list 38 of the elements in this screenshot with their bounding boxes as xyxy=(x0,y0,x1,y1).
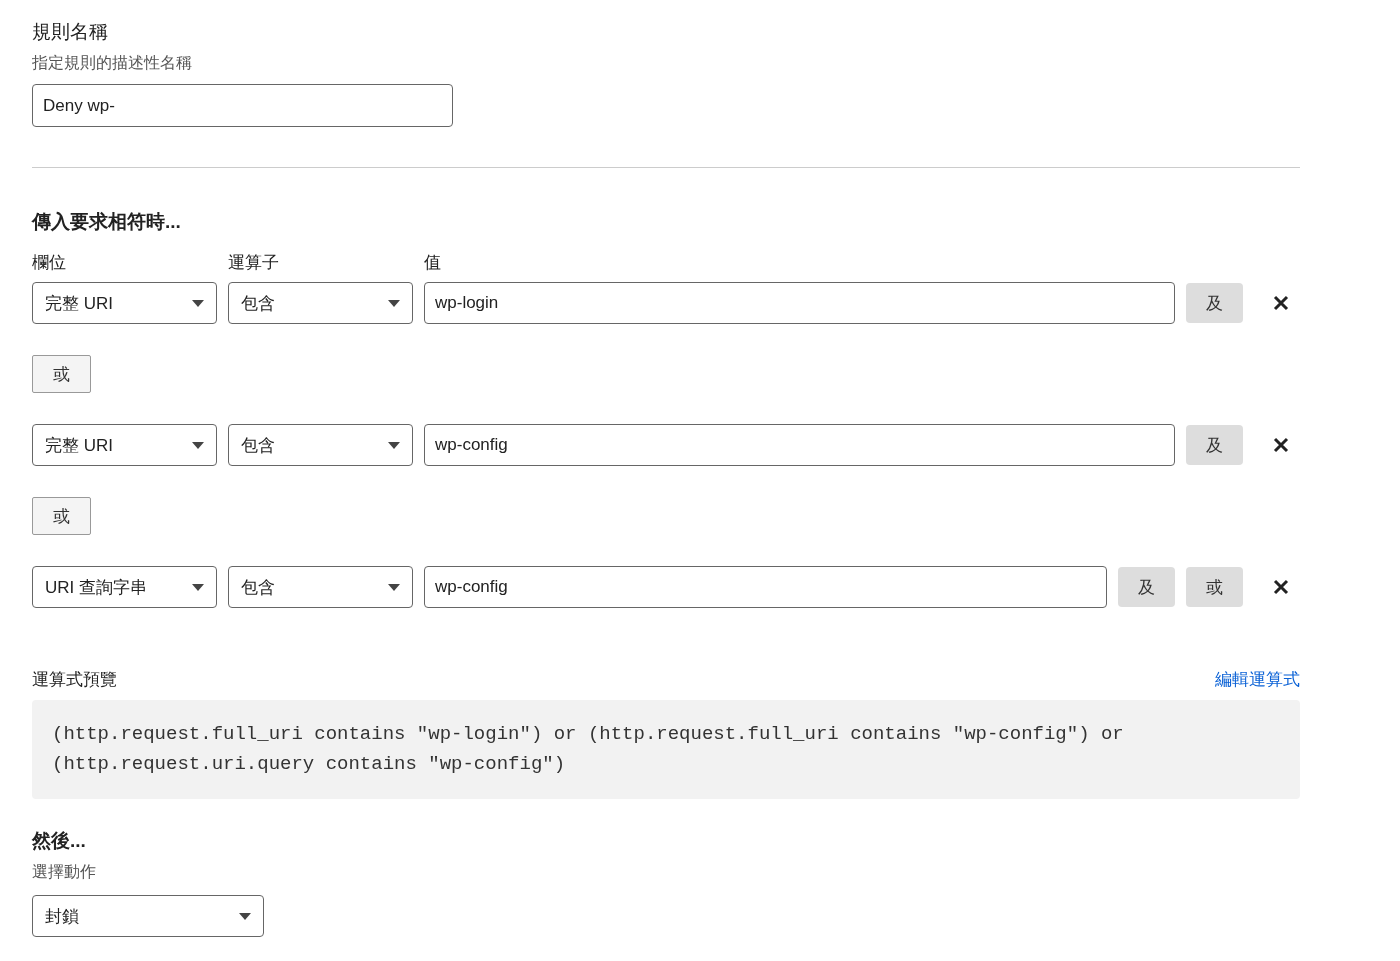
caret-icon xyxy=(388,441,400,449)
field-label: 選擇動作 xyxy=(32,862,97,882)
expression-preview: (http.request.full_uri contains "wp-login") or (http.request.full_uri contains "wp-config") or (http.request.uri.query contains "wp-config") xyxy=(32,700,1300,799)
section-heading: 傳入要求相符時... xyxy=(32,210,182,234)
value-input[interactable]: wp-login xyxy=(424,282,1175,324)
caret-icon xyxy=(388,299,400,307)
column-label: 值 xyxy=(424,252,442,274)
action-select[interactable]: 封鎖 xyxy=(32,895,264,937)
or-button[interactable]: 或 xyxy=(32,497,91,535)
value-input[interactable]: wp-config xyxy=(424,566,1107,608)
add-condition-button[interactable]: 及 xyxy=(1186,425,1243,465)
caret-icon xyxy=(192,583,204,591)
column-label: 運算子 xyxy=(228,252,280,274)
close-icon[interactable] xyxy=(1273,579,1289,595)
edit-expression-link[interactable]: 編輯運算式 xyxy=(1215,668,1300,692)
caret-icon xyxy=(239,912,251,920)
operator-select[interactable]: 包含 xyxy=(228,566,413,608)
caret-icon xyxy=(388,583,400,591)
caret-icon xyxy=(192,299,204,307)
rule-name-input[interactable]: Deny wp- xyxy=(32,84,453,127)
field-select[interactable]: 完整 URI xyxy=(32,282,217,324)
close-icon[interactable] xyxy=(1273,295,1289,311)
add-condition-button[interactable]: 及 xyxy=(1118,567,1175,607)
or-button[interactable]: 或 xyxy=(32,355,91,393)
column-label: 欄位 xyxy=(32,252,67,274)
section-heading: 然後... xyxy=(32,829,87,853)
operator-select[interactable]: 包含 xyxy=(228,282,413,324)
field-hint: 指定規則的描述性名稱 xyxy=(32,53,193,73)
field-select[interactable]: URI 查詢字串 xyxy=(32,566,217,608)
add-condition-button[interactable]: 或 xyxy=(1186,567,1243,607)
operator-select[interactable]: 包含 xyxy=(228,424,413,466)
value-input[interactable]: wp-config xyxy=(424,424,1175,466)
preview-label: 運算式預覽 xyxy=(32,669,117,691)
field-select[interactable]: 完整 URI xyxy=(32,424,217,466)
section-title: 規則名稱 xyxy=(32,20,109,44)
caret-icon xyxy=(192,441,204,449)
close-icon[interactable] xyxy=(1273,437,1289,453)
add-condition-button[interactable]: 及 xyxy=(1186,283,1243,323)
